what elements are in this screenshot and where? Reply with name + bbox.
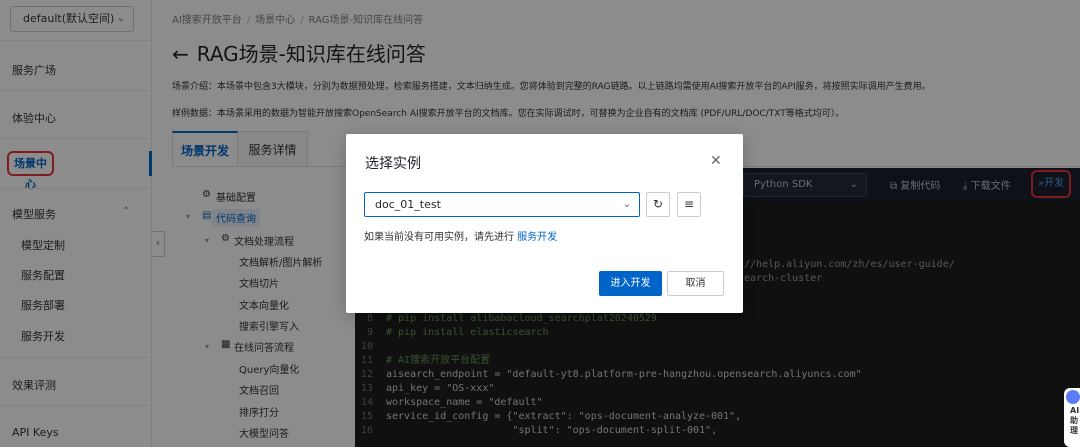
refresh-icon: ↻	[652, 197, 664, 211]
assistant-label: AI助理	[1070, 406, 1080, 435]
dialog-title: 选择实例	[365, 156, 421, 172]
hint-text: 如果当前没有可用实例，请先进行 服务开发	[364, 228, 557, 243]
close-icon[interactable]: ✕	[710, 153, 722, 169]
cancel-button[interactable]: 取消	[667, 271, 724, 296]
instance-select[interactable]: doc_01_test ⌄	[364, 192, 640, 217]
assistant-avatar	[1066, 390, 1080, 404]
instance-select-value: doc_01_test	[375, 198, 441, 211]
enter-dev-button[interactable]: 进入开发	[599, 271, 662, 296]
refresh-button[interactable]: ↻	[646, 192, 670, 217]
list-icon: ≡	[683, 197, 695, 211]
chevron-down-icon: ⌄	[622, 199, 631, 210]
select-instance-dialog: 选择实例 ✕ doc_01_test ⌄ ↻ ≡ 如果当前没有可用实例，请先进行…	[346, 134, 743, 313]
service-dev-link[interactable]: 服务开发	[517, 232, 557, 243]
ai-assistant-widget[interactable]: AI助理	[1064, 388, 1080, 447]
hint-label: 如果当前没有可用实例，请先进行	[364, 232, 514, 243]
list-settings-button[interactable]: ≡	[677, 192, 701, 217]
